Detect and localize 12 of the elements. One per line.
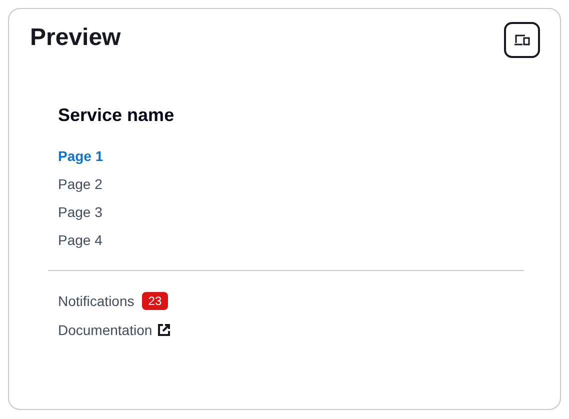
count-badge: 23 — [142, 292, 168, 310]
nav-link[interactable]: Page 1 — [58, 142, 104, 170]
nav-link[interactable]: Page 2 — [58, 170, 102, 198]
external-link-icon — [158, 324, 170, 336]
device-toggle-button[interactable] — [504, 22, 540, 58]
nav-link[interactable]: Page 3 — [58, 198, 102, 226]
device-icon — [514, 34, 530, 46]
card-title: Preview — [30, 23, 121, 53]
documentation-link[interactable]: Documentation — [58, 320, 152, 340]
service-name: Service name — [58, 104, 176, 126]
nav-link[interactable]: Page 4 — [58, 226, 102, 254]
notifications-link[interactable]: Notifications — [58, 291, 134, 311]
